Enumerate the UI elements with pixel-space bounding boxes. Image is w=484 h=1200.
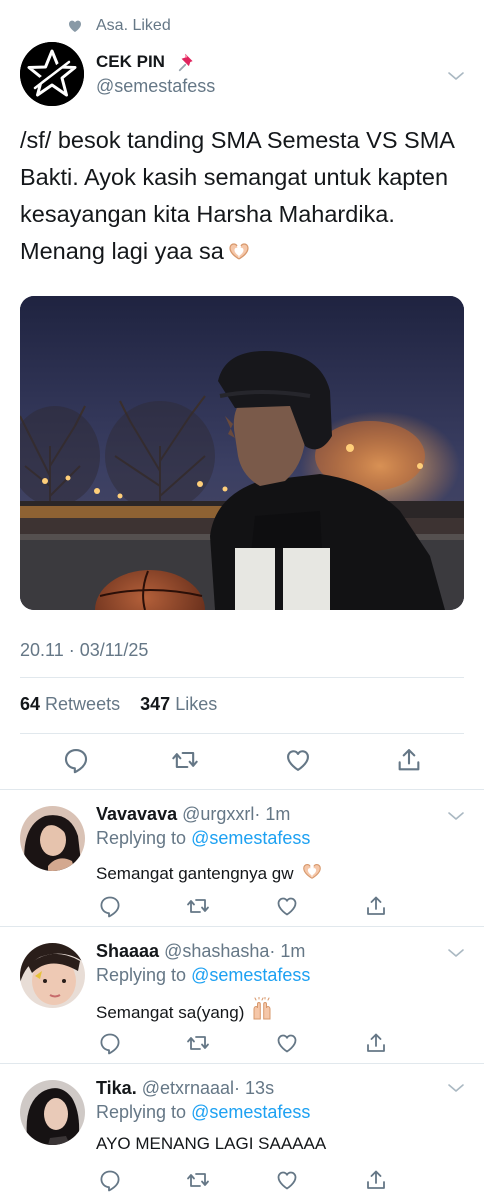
replying-to-prefix: Replying to xyxy=(96,1102,192,1122)
author-name[interactable]: CEK PIN xyxy=(96,52,165,72)
heart-hands-emoji xyxy=(300,860,324,882)
retweet-icon[interactable] xyxy=(171,746,199,774)
replying-to: Replying to @semestafess xyxy=(96,828,310,849)
reply-header: Shaaaa @shashasha· 1m xyxy=(96,941,305,962)
replying-to: Replying to @semestafess xyxy=(96,1102,310,1123)
chevron-down-icon[interactable] xyxy=(444,941,468,965)
retweet-icon[interactable] xyxy=(186,894,210,918)
tweet-actions xyxy=(0,746,484,776)
social-context: Asa. Liked xyxy=(0,14,484,38)
divider xyxy=(20,677,464,678)
retweets-count[interactable]: 64 xyxy=(20,694,40,714)
chevron-down-icon[interactable] xyxy=(444,804,468,828)
replying-to-prefix: Replying to xyxy=(96,965,192,985)
star-logo-icon xyxy=(20,42,84,106)
retweet-icon[interactable] xyxy=(186,1168,210,1192)
like-icon[interactable] xyxy=(284,746,312,774)
reply-header: Tika. @etxrnaaal· 13s xyxy=(96,1078,274,1099)
like-icon[interactable] xyxy=(275,894,299,918)
like-icon[interactable] xyxy=(275,1031,299,1055)
author-handle[interactable]: @semestafess xyxy=(96,76,215,97)
chevron-down-icon[interactable] xyxy=(444,1076,468,1100)
reply-time: · 1m xyxy=(269,941,306,961)
avatar[interactable] xyxy=(20,42,84,106)
reply-author-handle[interactable]: @urgxxrl xyxy=(182,804,254,824)
reply-actions xyxy=(0,894,484,920)
replying-to: Replying to @semestafess xyxy=(96,965,310,986)
reply-time: · 1m xyxy=(254,804,291,824)
like-icon[interactable] xyxy=(275,1168,299,1192)
avatar[interactable] xyxy=(20,806,85,871)
likes-count[interactable]: 347 xyxy=(140,694,170,714)
reply-author-name[interactable]: Tika. xyxy=(96,1078,137,1098)
replying-to-link[interactable]: @semestafess xyxy=(191,1102,310,1122)
reply-author-handle[interactable]: @etxrnaaal xyxy=(142,1078,234,1098)
reply-text-content: Semangat sa(yang) xyxy=(96,1003,245,1022)
reply-tweet[interactable]: Shaaaa @shashasha· 1m Replying to @semes… xyxy=(0,927,484,1063)
replying-to-link[interactable]: @semestafess xyxy=(191,965,310,985)
heart-icon xyxy=(69,20,81,32)
chevron-down-icon[interactable] xyxy=(444,64,468,88)
social-context-text: Asa. Liked xyxy=(96,17,171,34)
reply-icon[interactable] xyxy=(98,1168,122,1192)
reply-tweet[interactable]: Tika. @etxrnaaal· 13s Replying to @semes… xyxy=(0,1064,484,1200)
photo-illustration xyxy=(20,296,464,610)
reply-icon[interactable] xyxy=(98,894,122,918)
share-icon[interactable] xyxy=(395,746,423,774)
avatar[interactable] xyxy=(20,943,85,1008)
reply-text-content: Semangat gantengnya gw xyxy=(96,864,294,883)
reply-header: Vavavava @urgxxrl· 1m xyxy=(96,804,290,825)
reply-text-content: AYO MENANG LAGI SAAAAA xyxy=(96,1134,327,1153)
reply-icon[interactable] xyxy=(98,1031,122,1055)
reply-actions xyxy=(0,1031,484,1057)
reply-icon[interactable] xyxy=(62,746,90,774)
tweet-stats: 64 Retweets 347 Likes xyxy=(20,694,217,715)
tweet-photo[interactable] xyxy=(20,296,464,610)
reply-text: Semangat gantengnya gw xyxy=(96,860,324,884)
divider xyxy=(20,733,464,734)
avatar[interactable] xyxy=(20,1080,85,1145)
reply-text: Semangat sa(yang) xyxy=(96,997,274,1023)
reply-actions xyxy=(0,1168,484,1194)
reply-author-name[interactable]: Shaaaa xyxy=(96,941,159,961)
replying-to-prefix: Replying to xyxy=(96,828,192,848)
tweet-text: /sf/ besok tanding SMA Semesta VS SMA Ba… xyxy=(20,122,468,270)
pushpin-icon xyxy=(178,53,193,72)
share-icon[interactable] xyxy=(364,1168,388,1192)
reply-tweet[interactable]: Vavavava @urgxxrl· 1m Replying to @semes… xyxy=(0,790,484,926)
replying-to-link[interactable]: @semestafess xyxy=(191,828,310,848)
tweet-header: CEK PIN @semestafess xyxy=(20,42,470,108)
heart-hands-emoji xyxy=(226,239,252,263)
raising-hands-emoji xyxy=(250,997,274,1021)
reply-author-name[interactable]: Vavavava xyxy=(96,804,177,824)
share-icon[interactable] xyxy=(364,1031,388,1055)
share-icon[interactable] xyxy=(364,894,388,918)
retweets-label[interactable]: Retweets xyxy=(45,694,120,714)
retweet-icon[interactable] xyxy=(186,1031,210,1055)
reply-time: · 13s xyxy=(234,1078,275,1098)
likes-label[interactable]: Likes xyxy=(175,694,217,714)
reply-text: AYO MENANG LAGI SAAAAA xyxy=(96,1134,326,1154)
tweet-timestamp[interactable]: 20.11 · 03/11/25 xyxy=(20,640,148,661)
reply-author-handle[interactable]: @shashasha xyxy=(164,941,269,961)
